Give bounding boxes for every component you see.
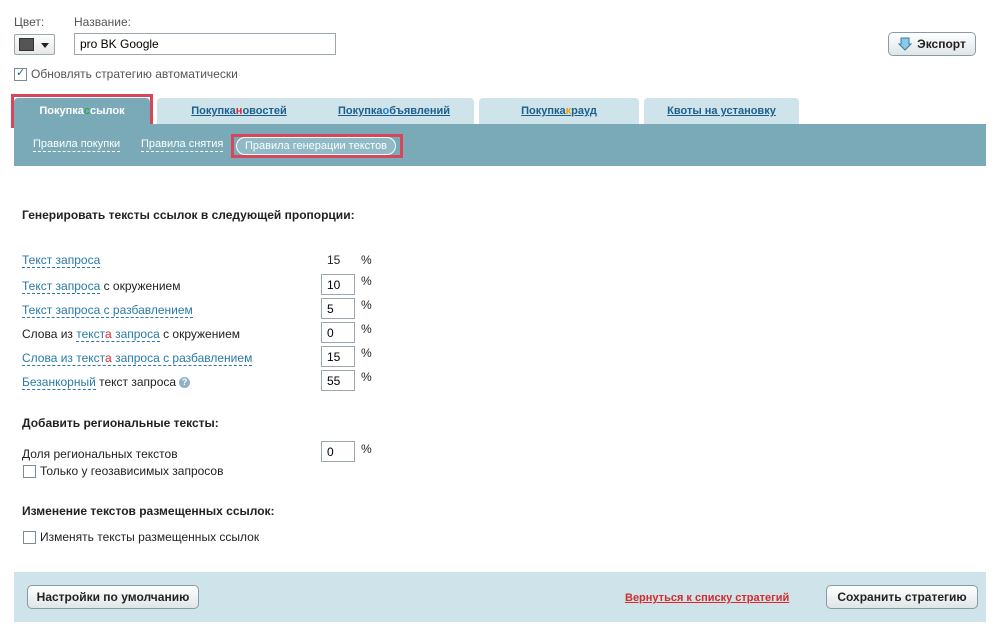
auto-update-checkbox[interactable] bbox=[14, 66, 27, 81]
row-words-context-label: Слова из текста запроса с окружением bbox=[22, 327, 240, 342]
export-button[interactable]: Экспорт bbox=[888, 32, 976, 56]
anchorless-link[interactable]: Безанкорный bbox=[22, 375, 96, 390]
query-text-value: 15 bbox=[327, 253, 341, 267]
change-placed-label: Изменять тексты размещенных ссылок bbox=[40, 530, 260, 544]
words-diluted-input[interactable] bbox=[321, 346, 355, 367]
question-icon[interactable]: ? bbox=[179, 377, 191, 389]
change-placed-checkbox[interactable] bbox=[23, 530, 36, 544]
sub-navigation: Правила покупки Правила снятия Правила г… bbox=[14, 124, 986, 166]
percent-sign: % bbox=[361, 274, 372, 288]
regional-share-label: Доля региональных текстов bbox=[22, 447, 178, 461]
percent-sign: % bbox=[361, 298, 372, 312]
row-words-diluted-label: Слова из текста запроса с разбавлением bbox=[22, 351, 253, 366]
tab-buy-news[interactable]: Покупка н овостей bbox=[157, 98, 321, 124]
proportion-heading: Генерировать тексты ссылок в следующей п… bbox=[22, 208, 355, 222]
save-strategy-button[interactable]: Сохранить стратегию bbox=[826, 585, 978, 609]
row-anchorless-label: Безанкорный текст запроса? bbox=[22, 375, 191, 390]
words-context-link[interactable]: текста запроса bbox=[76, 327, 160, 342]
query-diluted-input[interactable] bbox=[321, 298, 355, 319]
export-icon bbox=[898, 37, 913, 51]
geo-only-checkbox[interactable] bbox=[23, 464, 36, 478]
color-swatch bbox=[19, 38, 34, 51]
highlight-frame-tab bbox=[11, 94, 153, 128]
subnav-rules-remove[interactable]: Правила снятия bbox=[141, 138, 224, 152]
percent-sign: % bbox=[361, 322, 372, 336]
percent-sign: % bbox=[361, 346, 372, 360]
footer-bar: Настройки по умолчанию Вернуться к списк… bbox=[14, 572, 986, 622]
color-picker[interactable] bbox=[14, 34, 55, 55]
tab-buy-crowd[interactable]: Покупка к рауд bbox=[479, 98, 639, 124]
geo-only-row: Только у геозависимых запросов bbox=[23, 464, 223, 478]
export-label: Экспорт bbox=[917, 37, 966, 51]
geo-only-label: Только у геозависимых запросов bbox=[40, 464, 224, 478]
tab-buy-ads[interactable]: Покупка о бъявлений bbox=[314, 98, 474, 124]
query-context-input[interactable] bbox=[321, 274, 355, 295]
highlight-frame-subnav bbox=[231, 134, 403, 158]
tab-install-quotas[interactable]: Квоты на установку bbox=[644, 98, 799, 124]
query-context-link[interactable]: Текст запроса bbox=[22, 279, 101, 294]
words-context-input[interactable] bbox=[321, 322, 355, 343]
color-label: Цвет: bbox=[14, 15, 45, 29]
back-to-strategies-link[interactable]: Вернуться к списку стратегий bbox=[625, 592, 789, 604]
row-query-context-label: Текст запроса с окружением bbox=[22, 279, 181, 294]
row-query-text-label: Текст запроса bbox=[22, 253, 101, 268]
strategy-name-input[interactable] bbox=[74, 33, 336, 55]
percent-sign: % bbox=[361, 253, 372, 267]
percent-sign: % bbox=[361, 442, 372, 456]
subnav-rules-buy[interactable]: Правила покупки bbox=[33, 138, 121, 152]
placed-heading: Изменение текстов размещенных ссылок: bbox=[22, 504, 275, 518]
row-query-diluted-label: Текст запроса с разбавлением bbox=[22, 303, 193, 318]
auto-update-row: Обновлять стратегию автоматически bbox=[14, 66, 238, 81]
chevron-down-icon bbox=[41, 43, 49, 48]
query-text-link[interactable]: Текст запроса bbox=[22, 253, 101, 268]
defaults-button[interactable]: Настройки по умолчанию bbox=[27, 585, 199, 609]
regional-share-input[interactable] bbox=[321, 441, 355, 462]
regional-heading: Добавить региональные тексты: bbox=[22, 416, 219, 430]
auto-update-label: Обновлять стратегию автоматически bbox=[31, 67, 238, 81]
query-diluted-link[interactable]: Текст запроса с разбавлением bbox=[22, 303, 193, 318]
words-diluted-link[interactable]: Слова из текста запроса с разбавлением bbox=[22, 351, 253, 366]
change-placed-row: Изменять тексты размещенных ссылок bbox=[23, 530, 259, 544]
anchorless-input[interactable] bbox=[321, 370, 355, 391]
percent-sign: % bbox=[361, 370, 372, 384]
name-label: Название: bbox=[74, 15, 131, 29]
